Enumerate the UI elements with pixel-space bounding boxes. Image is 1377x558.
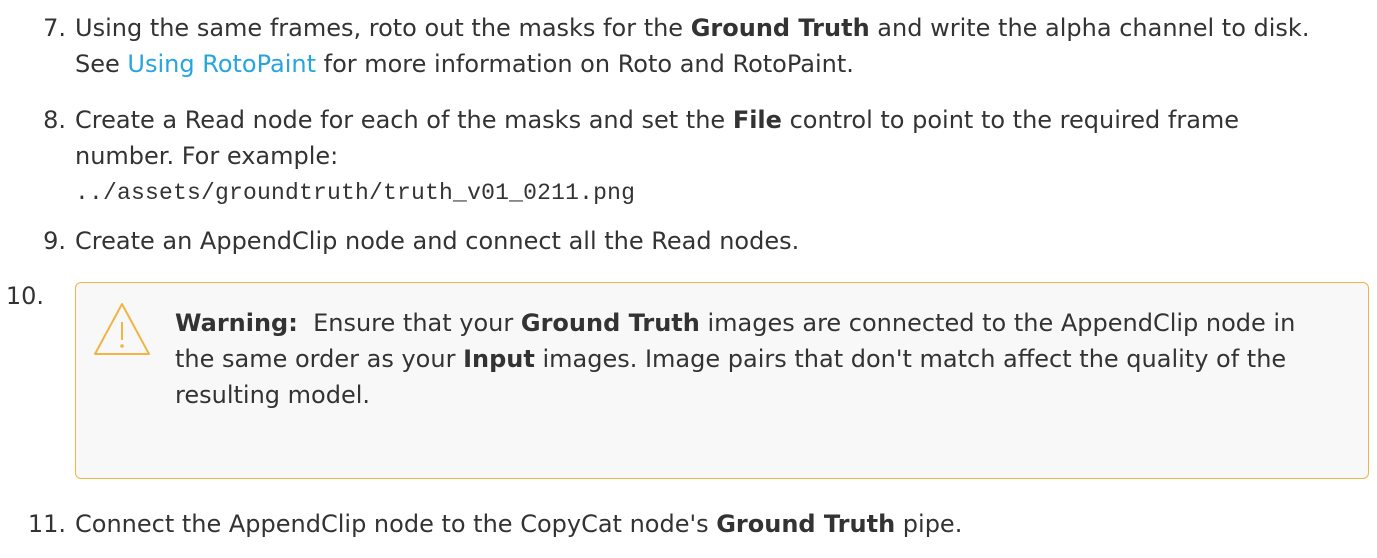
bold-term: File: [732, 106, 782, 134]
warning-triangle-icon: [92, 300, 152, 358]
bold-term: Ground Truth: [690, 14, 870, 42]
step-number: 9.: [43, 227, 66, 255]
text-segment: number. For example:: [75, 142, 339, 170]
text-segment: the same order as your: [175, 345, 464, 373]
warning-text: Warning: Ensure that your Ground Truth i…: [175, 305, 1348, 413]
step-text: Create an AppendClip node and connect al…: [75, 227, 800, 255]
step-number: 11.: [27, 510, 66, 538]
text-segment: Using the same frames, roto out the mask…: [75, 14, 691, 42]
text-segment: images. Image pairs that don't match aff…: [534, 345, 1287, 373]
text-segment: images are connected to the AppendClip n…: [699, 309, 1296, 337]
text-segment: Connect the AppendClip node to the CopyC…: [75, 510, 717, 538]
text-segment: resulting model.: [175, 381, 370, 409]
bold-term: Input: [463, 345, 535, 373]
warning-label: Warning:: [175, 309, 298, 337]
text-segment: for more information on Roto and RotoPai…: [315, 50, 854, 78]
text-segment: and write the alpha channel to disk.: [869, 14, 1310, 42]
text-segment: pipe.: [895, 510, 963, 538]
using-rotopaint-link[interactable]: Using RotoPaint: [127, 50, 316, 78]
step-text: Connect the AppendClip node to the CopyC…: [75, 506, 1367, 542]
bold-term: Ground Truth: [716, 510, 896, 538]
step-text: Using the same frames, roto out the mask…: [75, 10, 1367, 82]
step-text: Create a Read node for each of the masks…: [75, 102, 1367, 211]
text-segment: Ensure that your: [313, 309, 521, 337]
text-segment: See: [75, 50, 128, 78]
step-number: 10.: [5, 282, 44, 310]
text-segment: Create a Read node for each of the masks…: [75, 106, 733, 134]
warning-callout: Warning: Ensure that your Ground Truth i…: [75, 282, 1369, 479]
step-number: 8.: [43, 106, 66, 134]
bold-term: Ground Truth: [520, 309, 700, 337]
text-segment: control to point to the required frame: [781, 106, 1240, 134]
code-example: ../assets/groundtruth/truth_v01_0211.png: [75, 180, 636, 206]
step-number: 7.: [43, 14, 66, 42]
